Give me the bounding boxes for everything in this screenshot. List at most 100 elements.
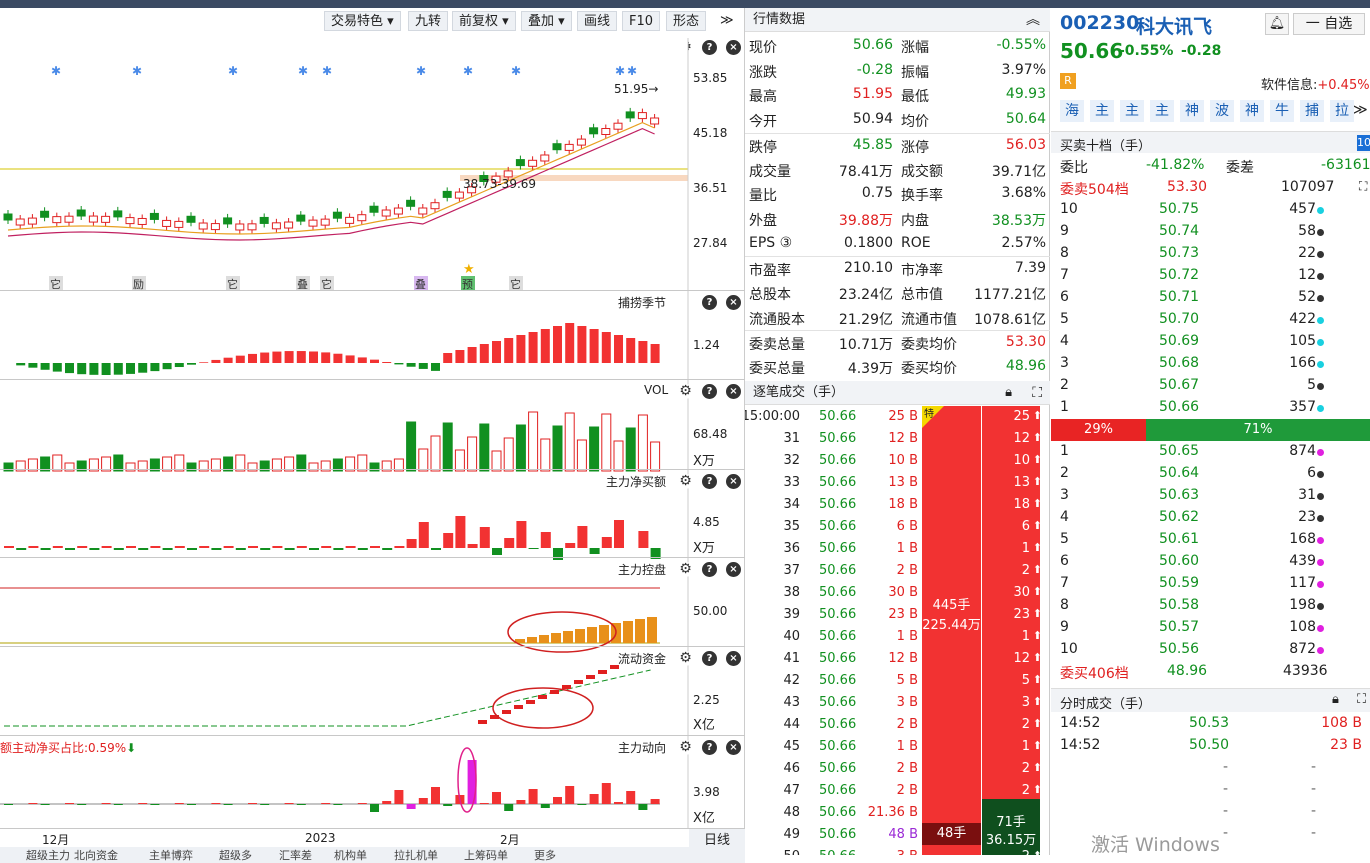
season-bar [479, 344, 489, 363]
trend-bar [565, 786, 575, 804]
orderbook-level[interactable]: 9 50.57 108 [1051, 617, 1370, 639]
season-bar [406, 363, 416, 367]
tick-price: 50.66 [819, 453, 857, 468]
orderbook-level[interactable]: 2 50.64 6 [1051, 463, 1370, 485]
tick-price: 50.66 [819, 629, 857, 644]
feature-tag[interactable]: 捕 [1300, 100, 1324, 122]
tick-row: 48 50.66 21.36 B [745, 802, 1050, 824]
bottom-tab[interactable]: 拉扎机单 [384, 847, 454, 863]
flow-step [514, 705, 523, 709]
help-icon[interactable]: ? [702, 384, 717, 399]
orderbook-level[interactable]: 3 50.68 166 [1051, 353, 1370, 375]
netbuy-bar [333, 548, 344, 550]
help-icon[interactable]: ? [702, 651, 717, 666]
close-icon[interactable]: × [726, 295, 741, 310]
orderbook-level[interactable]: 7 50.59 117 [1051, 573, 1370, 595]
close-icon[interactable]: × [726, 562, 741, 577]
feature-tag[interactable]: 主 [1120, 100, 1144, 122]
level-index: 7 [1060, 267, 1069, 283]
tags-more-chevron-icon[interactable]: ≫ [1353, 102, 1368, 118]
gear-icon[interactable]: ⚙ [678, 562, 693, 577]
help-icon[interactable]: ? [702, 562, 717, 577]
level-index: 1 [1060, 443, 1069, 459]
fullscreen-icon[interactable]: ⛶ [1357, 692, 1366, 707]
bottom-tab[interactable]: 主单博弈 [139, 847, 209, 863]
netbuy-unit: X万 [693, 541, 715, 556]
up-arrow-icon: ⬆ [1032, 607, 1042, 620]
close-icon[interactable]: × [726, 740, 741, 755]
orderbook-level[interactable]: 8 50.58 198 [1051, 595, 1370, 617]
feature-tag[interactable]: 主 [1090, 100, 1114, 122]
tick-right-volume: 5 [1021, 673, 1030, 688]
y-tick: 36.51 [693, 181, 728, 195]
volume-bar [467, 436, 478, 472]
bottom-tab[interactable]: 更多 [524, 847, 574, 863]
orderbook-level[interactable]: 2 50.67 5 [1051, 375, 1370, 397]
quote-row: 外盘 39.88万 内盘 38.53万 [745, 207, 1050, 232]
feature-tag[interactable]: 波 [1210, 100, 1234, 122]
orderbook-level[interactable]: 3 50.63 31 [1051, 485, 1370, 507]
orderbook-level[interactable]: 9 50.74 58 [1051, 221, 1370, 243]
quote-label: ROE [901, 234, 931, 251]
close-icon[interactable]: × [726, 651, 741, 666]
add-watch-button[interactable]: 一 自选 [1293, 13, 1365, 35]
orderbook-level[interactable]: 10 50.56 872 [1051, 639, 1370, 661]
gear-icon[interactable]: ⚙ [678, 384, 693, 399]
gear-icon[interactable]: ⚙ [678, 740, 693, 755]
level-dot-icon [1317, 449, 1324, 456]
orderbook-level[interactable]: 4 50.69 105 [1051, 331, 1370, 353]
tick-row: 42 50.66 5 B 5 ⬆ [745, 670, 1050, 692]
levels-badge[interactable]: 10 [1357, 135, 1370, 151]
expand-icon[interactable]: ⛶ [1359, 179, 1367, 194]
feature-tag[interactable]: 神 [1240, 100, 1264, 122]
fullscreen-icon[interactable]: ⛶ [1032, 381, 1042, 405]
season-bar [504, 338, 514, 363]
trend-bar [394, 790, 404, 804]
tick-row: 45 50.66 1 B 1 ⬆ [745, 736, 1050, 758]
feature-tag[interactable]: 海 [1060, 100, 1084, 122]
y-tick: 53.85 [693, 71, 728, 85]
bottom-tab[interactable]: 超级主力 [0, 847, 70, 863]
quote-value: 1078.61亿 [974, 311, 1046, 328]
orderbook-level[interactable]: 6 50.60 439 [1051, 551, 1370, 573]
volume-bar [650, 441, 661, 472]
close-icon[interactable]: × [726, 474, 741, 489]
orderbook-level[interactable]: 10 50.75 457 [1051, 199, 1370, 221]
lock-icon[interactable]: 🔒︎ [1332, 692, 1339, 707]
bottom-tab[interactable]: 超级多 [209, 847, 269, 863]
orderbook-level[interactable]: 5 50.61 168 [1051, 529, 1370, 551]
orderbook-level[interactable]: 4 50.62 23 [1051, 507, 1370, 529]
orderbook-level[interactable]: 7 50.72 12 [1051, 265, 1370, 287]
tick-row: 37 50.66 2 B 2 ⬆ [745, 560, 1050, 582]
gear-icon[interactable]: ⚙ [678, 651, 693, 666]
close-icon[interactable]: × [726, 384, 741, 399]
orderbook-level[interactable]: 8 50.73 22 [1051, 243, 1370, 265]
feature-tag[interactable]: 主 [1150, 100, 1174, 122]
bottom-tab[interactable]: 上筹码单 [454, 847, 524, 863]
up-arrow-icon: ⬆ [1032, 519, 1042, 532]
flow-step [574, 680, 583, 684]
bottom-tab[interactable]: 机构单 [324, 847, 384, 863]
help-icon[interactable]: ? [702, 740, 717, 755]
feature-tag[interactable]: 牛 [1270, 100, 1294, 122]
bottom-tab[interactable]: 汇率差 [269, 847, 324, 863]
gear-icon[interactable]: ⚙ [678, 474, 693, 489]
quote-label: 今开 [749, 114, 777, 131]
orderbook-level[interactable]: 6 50.71 52 [1051, 287, 1370, 309]
orderbook-level[interactable]: 5 50.70 422 [1051, 309, 1370, 331]
help-icon[interactable]: ? [702, 295, 717, 310]
flow-step [526, 700, 535, 704]
period-selector[interactable]: 日线 [689, 829, 745, 848]
lock-icon[interactable]: 🔒︎ [1005, 381, 1012, 405]
bell-icon[interactable]: 🔔︎ [1265, 13, 1289, 35]
help-icon[interactable]: ? [702, 474, 717, 489]
collapse-icon[interactable]: ︽ [1026, 8, 1040, 32]
orderbook-level[interactable]: 1 50.65 874 [1051, 441, 1370, 463]
bottom-tab[interactable]: 北向资金 [64, 847, 139, 863]
orderbook-level[interactable]: 1 50.66 357 [1051, 397, 1370, 419]
feature-tag[interactable]: 拉 [1330, 100, 1354, 122]
event-marker-label: 它 [321, 277, 332, 291]
trend-bar [528, 789, 538, 804]
feature-tag[interactable]: 神 [1180, 100, 1204, 122]
candle [52, 216, 62, 224]
